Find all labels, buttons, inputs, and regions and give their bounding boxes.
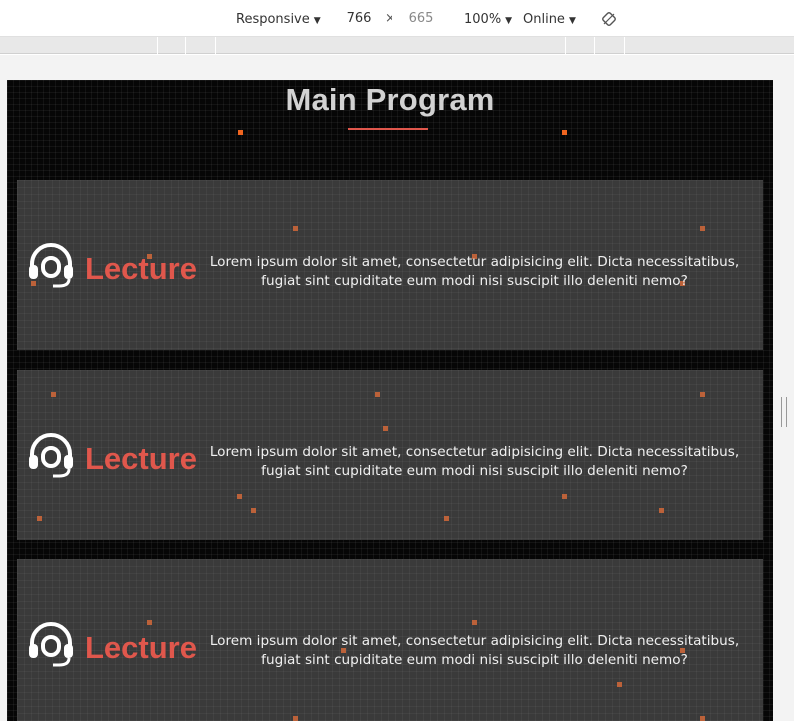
title-underline (348, 128, 428, 130)
resize-handle[interactable] (781, 397, 787, 427)
particle (617, 682, 622, 687)
headset-icon (29, 622, 73, 667)
ruler-tick (594, 37, 595, 54)
particle (147, 620, 152, 625)
rotate-icon[interactable] (601, 11, 617, 27)
particle (444, 516, 449, 521)
particle (383, 426, 388, 431)
program-card: Lecture Lorem ipsum dolor sit amet, cons… (17, 370, 763, 540)
particle (251, 508, 256, 513)
particle (700, 716, 705, 721)
page-title: Main Program (285, 82, 495, 117)
zoom-select[interactable]: 100% ▼ (464, 11, 512, 29)
card-label: Lecture (85, 251, 197, 286)
particle (37, 516, 42, 521)
particle (659, 508, 664, 513)
particle (238, 130, 243, 135)
chevron-down-icon: ▼ (568, 16, 576, 26)
program-card: Lecture Lorem ipsum dolor sit amet, cons… (17, 180, 763, 350)
card-description: Lorem ipsum dolor sit amet, consectetur … (209, 633, 740, 668)
network-throttle-label: Online (523, 12, 565, 27)
card-label: Lecture (85, 630, 197, 665)
particle (293, 226, 298, 231)
ruler-tick (624, 37, 625, 54)
particle (375, 392, 380, 397)
particle (293, 716, 298, 721)
ruler-tick (565, 37, 566, 54)
particle (51, 392, 56, 397)
ruler-tick (185, 37, 186, 54)
zoom-select-label: 100% (464, 12, 502, 27)
card-description: Lorem ipsum dolor sit amet, consectetur … (209, 444, 740, 479)
ruler-tick (215, 37, 216, 54)
card-label: Lecture (85, 441, 197, 476)
height-input[interactable]: 665 (392, 8, 450, 30)
chevron-down-icon: ▼ (313, 16, 321, 26)
media-query-bar[interactable] (0, 37, 794, 54)
particle (562, 130, 567, 135)
ruler-tick (157, 37, 158, 54)
network-throttle-select[interactable]: Online ▼ (523, 11, 576, 29)
device-select-label: Responsive (236, 12, 310, 27)
particle (562, 494, 567, 499)
particle (700, 392, 705, 397)
headset-icon (29, 243, 73, 288)
device-toolbar: Responsive ▼ 766 × 665 100% ▼ Online ▼ (0, 0, 794, 37)
chevron-down-icon: ▼ (505, 16, 513, 26)
page-viewport: Main Program Lecture Lorem ipsum dolor s… (7, 80, 773, 721)
width-input[interactable]: 766 (330, 8, 388, 30)
particle (700, 226, 705, 231)
headset-icon (29, 433, 73, 478)
card-description: Lorem ipsum dolor sit amet, consectetur … (209, 254, 740, 289)
particle (472, 620, 477, 625)
device-select[interactable]: Responsive ▼ (236, 11, 321, 29)
particle (237, 494, 242, 499)
program-card: Lecture Lorem ipsum dolor sit amet, cons… (17, 559, 763, 721)
